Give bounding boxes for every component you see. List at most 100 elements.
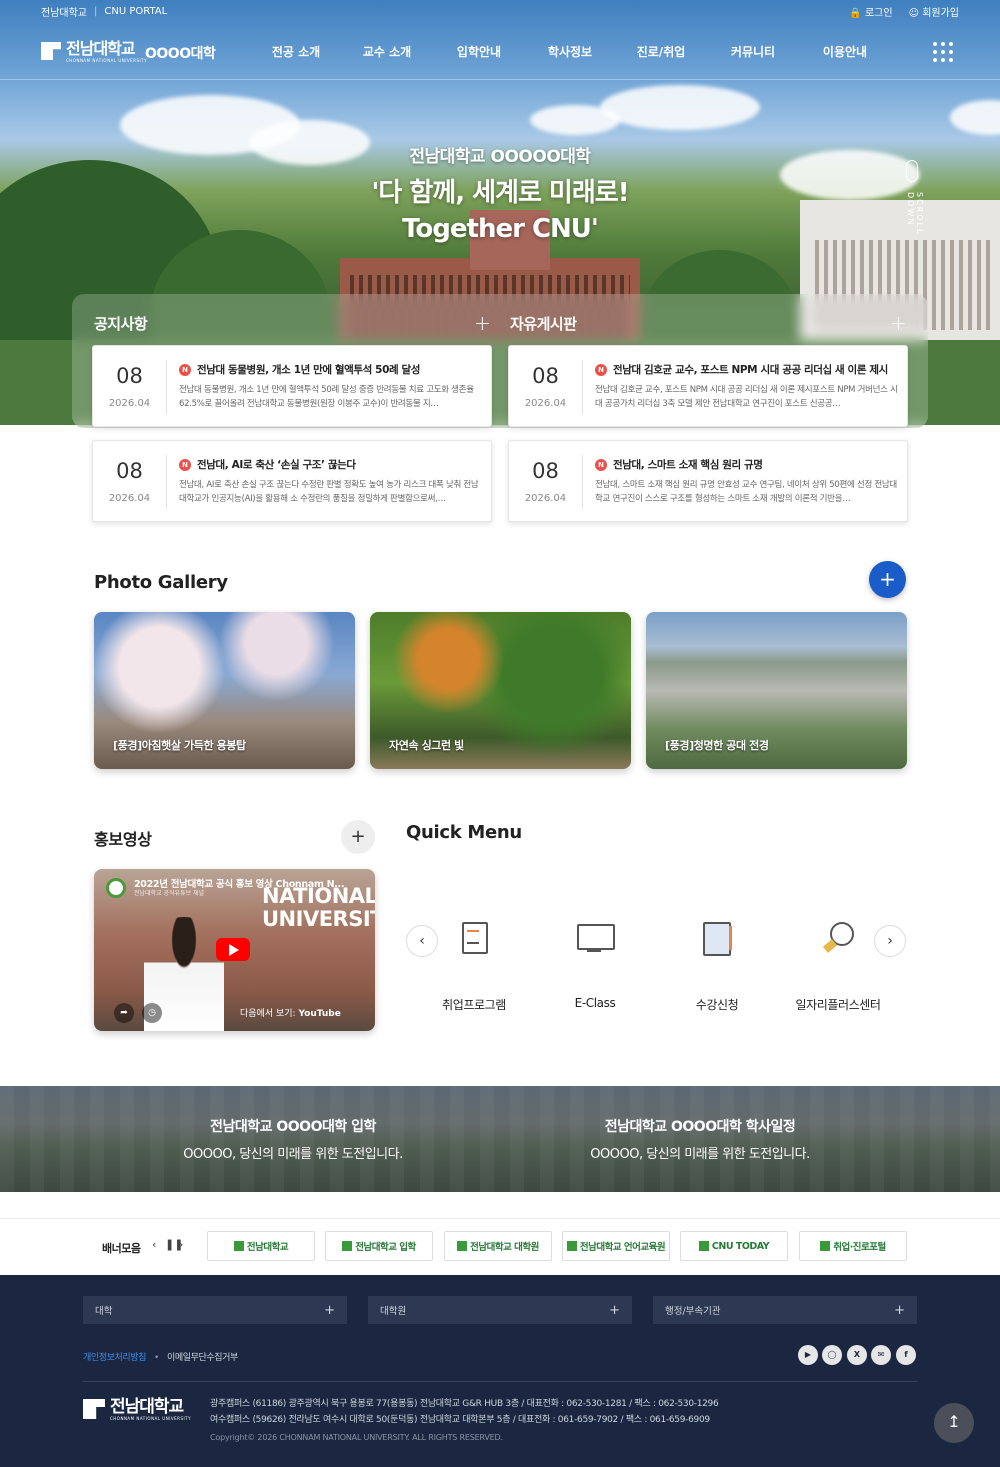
banner-next-button[interactable]: › <box>179 1238 183 1251</box>
yeosu-address: 여수캠퍼스 (59626) 전라남도 여수시 대학로 50(둔덕동) 전남대학교… <box>210 1415 710 1425</box>
gwangju-address: 광주캠퍼스 (61186) 광주광역시 북구 용봉로 77(용봉동) 전남대학교… <box>210 1399 719 1409</box>
notice-title: 공지사항 <box>94 315 148 333</box>
university-logo[interactable]: 전남대학교 CHONNAM NATIONAL UNIVERSITY <box>41 39 147 63</box>
logo-mark-icon <box>83 1399 105 1419</box>
quick-item-registration[interactable]: 수강신청 <box>657 918 777 1012</box>
nav-community[interactable]: 커뮤니티 <box>731 43 775 60</box>
board-post-card[interactable]: 08 2026.04 N 전남대, 스마트 소재 핵심 원리 규명 전남대, 스… <box>508 440 908 522</box>
quick-item-label: 취업프로그램 <box>442 998 506 1012</box>
lightbulb-icon <box>818 918 858 958</box>
notice-post-card[interactable]: 08 2026.04 N 전남대 동물병원, 개소 1년 만에 혈액투석 50례… <box>92 345 492 427</box>
footer-select-admin[interactable]: 행정/부속기관 + <box>653 1296 917 1324</box>
quick-item-job-center[interactable]: 일자리플러스센터 <box>778 918 898 1012</box>
video-overlay-text: UNIVERSITY <box>262 907 375 931</box>
banner-graduate[interactable]: 전남대학교 대학원 <box>444 1231 552 1261</box>
book-icon <box>697 918 737 958</box>
utility-bar: 전남대학교 | CNU PORTAL 🔒 로그인 ☺ 회원가입 <box>0 0 1000 22</box>
footer-links: 개인정보처리방침 • 이메일무단수집거부 <box>83 1353 238 1363</box>
calendar-banner[interactable]: 전남대학교 OOOO대학 학사일정 OOOOO, 당신의 미래를 위한 도전입니… <box>450 1086 950 1192</box>
watch-later-icon[interactable]: ◷ <box>142 1003 162 1023</box>
select-label: 대학 <box>95 1306 113 1317</box>
sitemap-grid-icon[interactable] <box>933 42 953 62</box>
facebook-icon[interactable]: f <box>896 1345 916 1365</box>
banner-label: 전남대학교 <box>246 1242 289 1253</box>
nav-career[interactable]: 진로/취업 <box>637 43 686 60</box>
banner-label: CNU TODAY <box>711 1240 770 1252</box>
mouse-icon <box>906 160 918 182</box>
banner-prev-button[interactable]: ‹ <box>152 1238 156 1251</box>
footer-select-graduate[interactable]: 대학원 + <box>368 1296 632 1324</box>
quick-menu-title: Quick Menu <box>406 822 522 843</box>
gallery-more-button[interactable]: + <box>869 561 906 598</box>
banner-zone-label: 배너모음 <box>102 1242 141 1255</box>
promo-video-player[interactable]: 2022년 전남대학교 공식 홍보 영상 Chonnam N... 전남대학교 … <box>94 869 375 1031</box>
gallery-photo[interactable]: [풍경]아침햇살 가득한 용봉탑 <box>94 612 355 769</box>
instagram-icon[interactable]: ◯ <box>822 1345 842 1365</box>
cnu-home-link[interactable]: 전남대학교 <box>41 4 87 19</box>
youtube-icon[interactable]: ▶ <box>798 1345 818 1365</box>
post-title: 전남대 김호균 교수, 포스트 NPM 시대 공공 리더십 새 이론 제시 <box>613 364 888 376</box>
user-icon: ☺ <box>908 7 919 19</box>
youtube-logo: YouTube <box>298 1009 341 1019</box>
nav-major[interactable]: 전공 소개 <box>272 43 320 60</box>
gallery-photo[interactable]: [풍경]청명한 공대 전경 <box>646 612 907 769</box>
divider: | <box>94 5 98 17</box>
video-overlay-text: NATIONAL <box>262 884 375 908</box>
youtube-play-icon[interactable] <box>216 938 250 961</box>
board-post-card[interactable]: 08 2026.04 N 전남대 김호균 교수, 포스트 NPM 시대 공공 리… <box>508 345 908 427</box>
quick-item-eclass[interactable]: E-Class <box>535 918 655 1010</box>
notice-post-card[interactable]: 08 2026.04 N 전남대, AI로 축산 ‘손실 구조’ 끊는다 전남대… <box>92 440 492 522</box>
plus-icon: + <box>894 1302 905 1318</box>
post-summary: 전남대 김호균 교수, 포스트 NPM 시대 공공 리더십 새 이론 제시포스트… <box>595 385 898 409</box>
watch-on-label: 다음에서 보기: <box>240 1009 296 1019</box>
banner-cnu[interactable]: 전남대학교 <box>207 1231 315 1261</box>
quick-item-label: 수강신청 <box>695 998 739 1012</box>
post-summary: 전남대, 스마트 소재 핵심 원리 규명 안효성 교수 연구팀, 네이처 상위 … <box>595 480 897 504</box>
document-icon <box>454 918 494 958</box>
notice-more-button[interactable]: + <box>474 311 491 335</box>
hero-title: '다 함께, 세계로 미래로! Together CNU' <box>0 175 1000 247</box>
nav-academic[interactable]: 학사정보 <box>548 43 592 60</box>
nav-admission[interactable]: 입학안내 <box>457 43 501 60</box>
board-title: 자유게시판 <box>510 315 577 333</box>
back-to-top-button[interactable]: ↥ <box>934 1403 974 1443</box>
share-icon[interactable]: ➦ <box>114 1003 134 1023</box>
email-refusal-link[interactable]: 이메일무단수집거부 <box>167 1353 238 1363</box>
banner-admission[interactable]: 전남대학교 입학 <box>325 1231 433 1261</box>
quick-item-label: E-Class <box>574 996 616 1010</box>
privacy-policy-link[interactable]: 개인정보처리방침 <box>83 1353 146 1363</box>
gallery-photo[interactable]: 자연속 싱그런 빛 <box>370 612 631 769</box>
scroll-down-indicator[interactable]: SCROLL DOWN <box>904 160 924 270</box>
lock-icon: 🔒 <box>849 7 862 19</box>
login-link[interactable]: 🔒 로그인 <box>849 4 892 19</box>
banner-label: 전남대학교 언어교육원 <box>579 1242 666 1253</box>
banner-label: 전남대학교 대학원 <box>470 1242 539 1253</box>
select-label: 행정/부속기관 <box>665 1306 721 1317</box>
logo-text: 전남대학교 <box>110 1397 184 1417</box>
divider <box>166 455 167 509</box>
watch-on-youtube[interactable]: 다음에서 보기: YouTube <box>240 1006 341 1019</box>
banner-career-portal[interactable]: 취업·진로포털 <box>799 1231 907 1261</box>
chat-icon[interactable]: ✉ <box>871 1345 891 1365</box>
join-link[interactable]: ☺ 회원가입 <box>909 4 959 19</box>
nav-faculty[interactable]: 교수 소개 <box>363 43 411 60</box>
promo-more-button[interactable]: + <box>341 820 375 854</box>
x-icon[interactable]: X <box>847 1345 867 1365</box>
photo-caption: [풍경]청명한 공대 전경 <box>665 739 769 752</box>
banner-cnu-today[interactable]: CNU TODAY <box>680 1231 788 1261</box>
new-badge: N <box>179 459 191 471</box>
college-name[interactable]: OOOO대학 <box>145 43 216 63</box>
footer-select-college[interactable]: 대학 + <box>83 1296 347 1324</box>
post-day: 08 <box>532 459 559 483</box>
cnu-portal-link[interactable]: CNU PORTAL <box>104 6 167 17</box>
nav-guide[interactable]: 이용안내 <box>823 43 867 60</box>
hero-title-line2: Together CNU' <box>402 214 599 244</box>
post-date: 2026.04 <box>524 493 567 504</box>
quick-item-employment[interactable]: 취업프로그램 <box>414 918 534 1012</box>
channel-avatar <box>106 878 126 898</box>
logo-subtext: CHONNAM NATIONAL UNIVERSITY <box>66 58 148 63</box>
cnu-logo-icon <box>457 1241 468 1251</box>
new-badge: N <box>179 364 191 376</box>
board-more-button[interactable]: + <box>890 311 907 335</box>
banner-language[interactable]: 전남대학교 언어교육원 <box>562 1231 670 1261</box>
